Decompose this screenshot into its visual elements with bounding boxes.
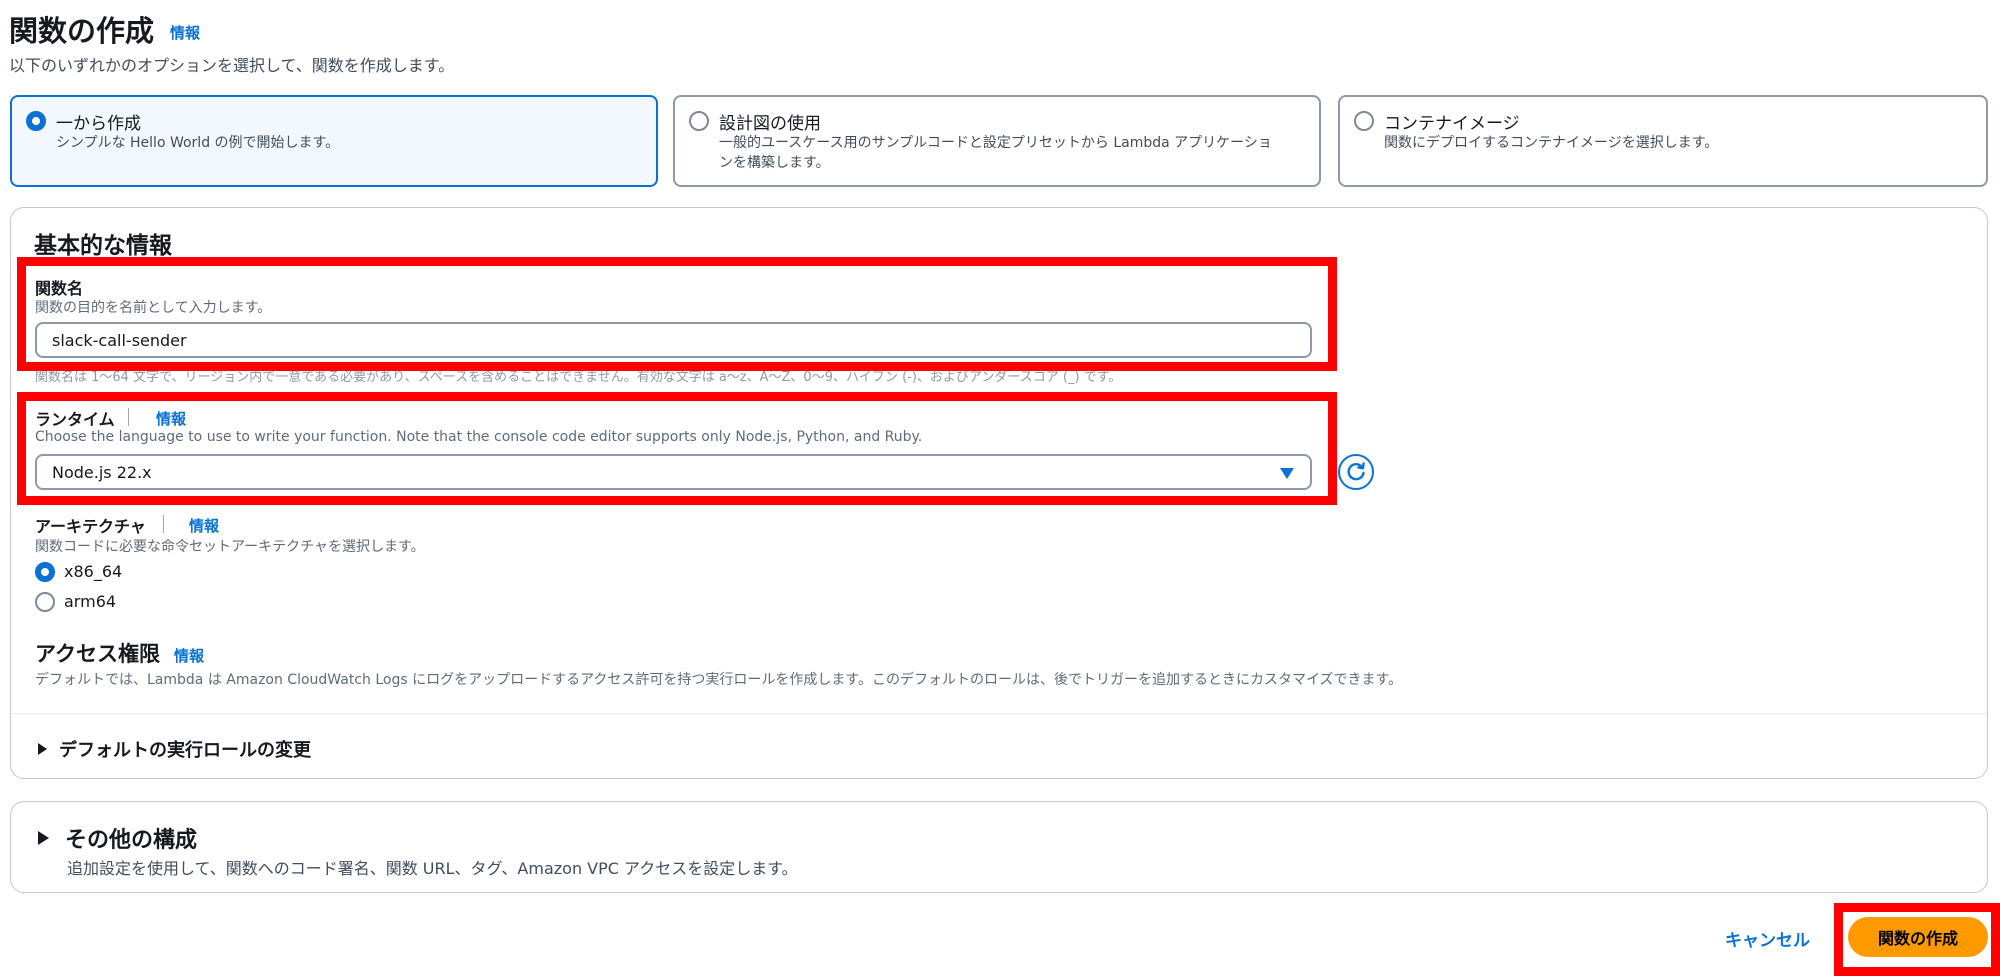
expand-triangle-icon — [38, 743, 47, 755]
other-config-expander[interactable]: その他の構成 — [38, 822, 197, 854]
architecture-radio-arm64[interactable] — [35, 592, 55, 612]
option-title: 設計図の使用 — [719, 114, 821, 134]
architecture-description: 関数コードに必要な命令セットアーキテクチャを選択します。 — [35, 539, 425, 555]
option-title: コンテナイメージ — [1384, 114, 1520, 134]
option-description-line: 一般的ユースケース用のサンプルコードと設定プリセットから Lambda アプリケ… — [719, 135, 1272, 151]
page-description: 以下のいずれかのオプションを選択して、関数を作成します。 — [9, 56, 455, 75]
other-config-title: その他の構成 — [65, 828, 198, 853]
refresh-icon-glyph — [1347, 462, 1365, 481]
architecture-label: アーキテクチャ — [35, 517, 146, 536]
option-author-from-scratch[interactable]: 一から作成 シンプルな Hello World の例で開始します。 — [10, 95, 658, 187]
option-use-blueprint[interactable]: 設計図の使用 一般的ユースケース用のサンプルコードと設定プリセットから Lamb… — [673, 95, 1321, 187]
option-container-image[interactable]: コンテナイメージ 関数にデプロイするコンテナイメージを選択します。 — [1338, 95, 1988, 187]
permissions-description: デフォルトでは、Lambda は Amazon CloudWatch Logs … — [35, 672, 1403, 688]
option-radio[interactable] — [689, 111, 709, 131]
option-radio[interactable] — [1354, 111, 1374, 131]
section-divider — [11, 713, 1987, 714]
label-separator — [163, 515, 164, 533]
architecture-option-label: x86_64 — [64, 562, 123, 581]
default-role-expander[interactable]: デフォルトの実行ロールの変更 — [38, 736, 311, 762]
header-info-link[interactable]: 情報 — [170, 22, 200, 43]
option-description: シンプルな Hello World の例で開始します。 — [56, 135, 340, 151]
architecture-info-link[interactable]: 情報 — [189, 515, 219, 536]
other-config-description: 追加設定を使用して、関数へのコード署名、関数 URL、タグ、Amazon VPC… — [67, 859, 798, 878]
other-config-panel[interactable] — [10, 801, 1988, 893]
basic-info-title: 基本的な情報 — [34, 233, 172, 259]
expand-triangle-icon — [38, 831, 49, 845]
permissions-title: アクセス権限 — [35, 642, 160, 666]
option-title: 一から作成 — [56, 114, 141, 134]
architecture-radio-x86_64[interactable] — [35, 562, 55, 582]
highlight-function-name — [17, 257, 1337, 371]
option-description: 関数にデプロイするコンテナイメージを選択します。 — [1384, 135, 1719, 151]
default-role-expander-label: デフォルトの実行ロールの変更 — [59, 740, 311, 761]
highlight-create-button — [1834, 903, 2000, 976]
option-description: 一般的ユースケース用のサンプルコードと設定プリセットから Lambda アプリケ… — [719, 133, 1272, 173]
architecture-option-label: arm64 — [64, 592, 117, 611]
highlight-runtime — [17, 392, 1337, 505]
option-radio[interactable] — [26, 111, 46, 131]
page-title: 関数の作成 — [9, 14, 155, 48]
permissions-info-link[interactable]: 情報 — [174, 645, 204, 666]
cancel-button[interactable]: キャンセル — [1725, 926, 1810, 951]
option-description-line: ンを構築します。 — [719, 155, 830, 171]
refresh-icon[interactable] — [1338, 454, 1374, 490]
